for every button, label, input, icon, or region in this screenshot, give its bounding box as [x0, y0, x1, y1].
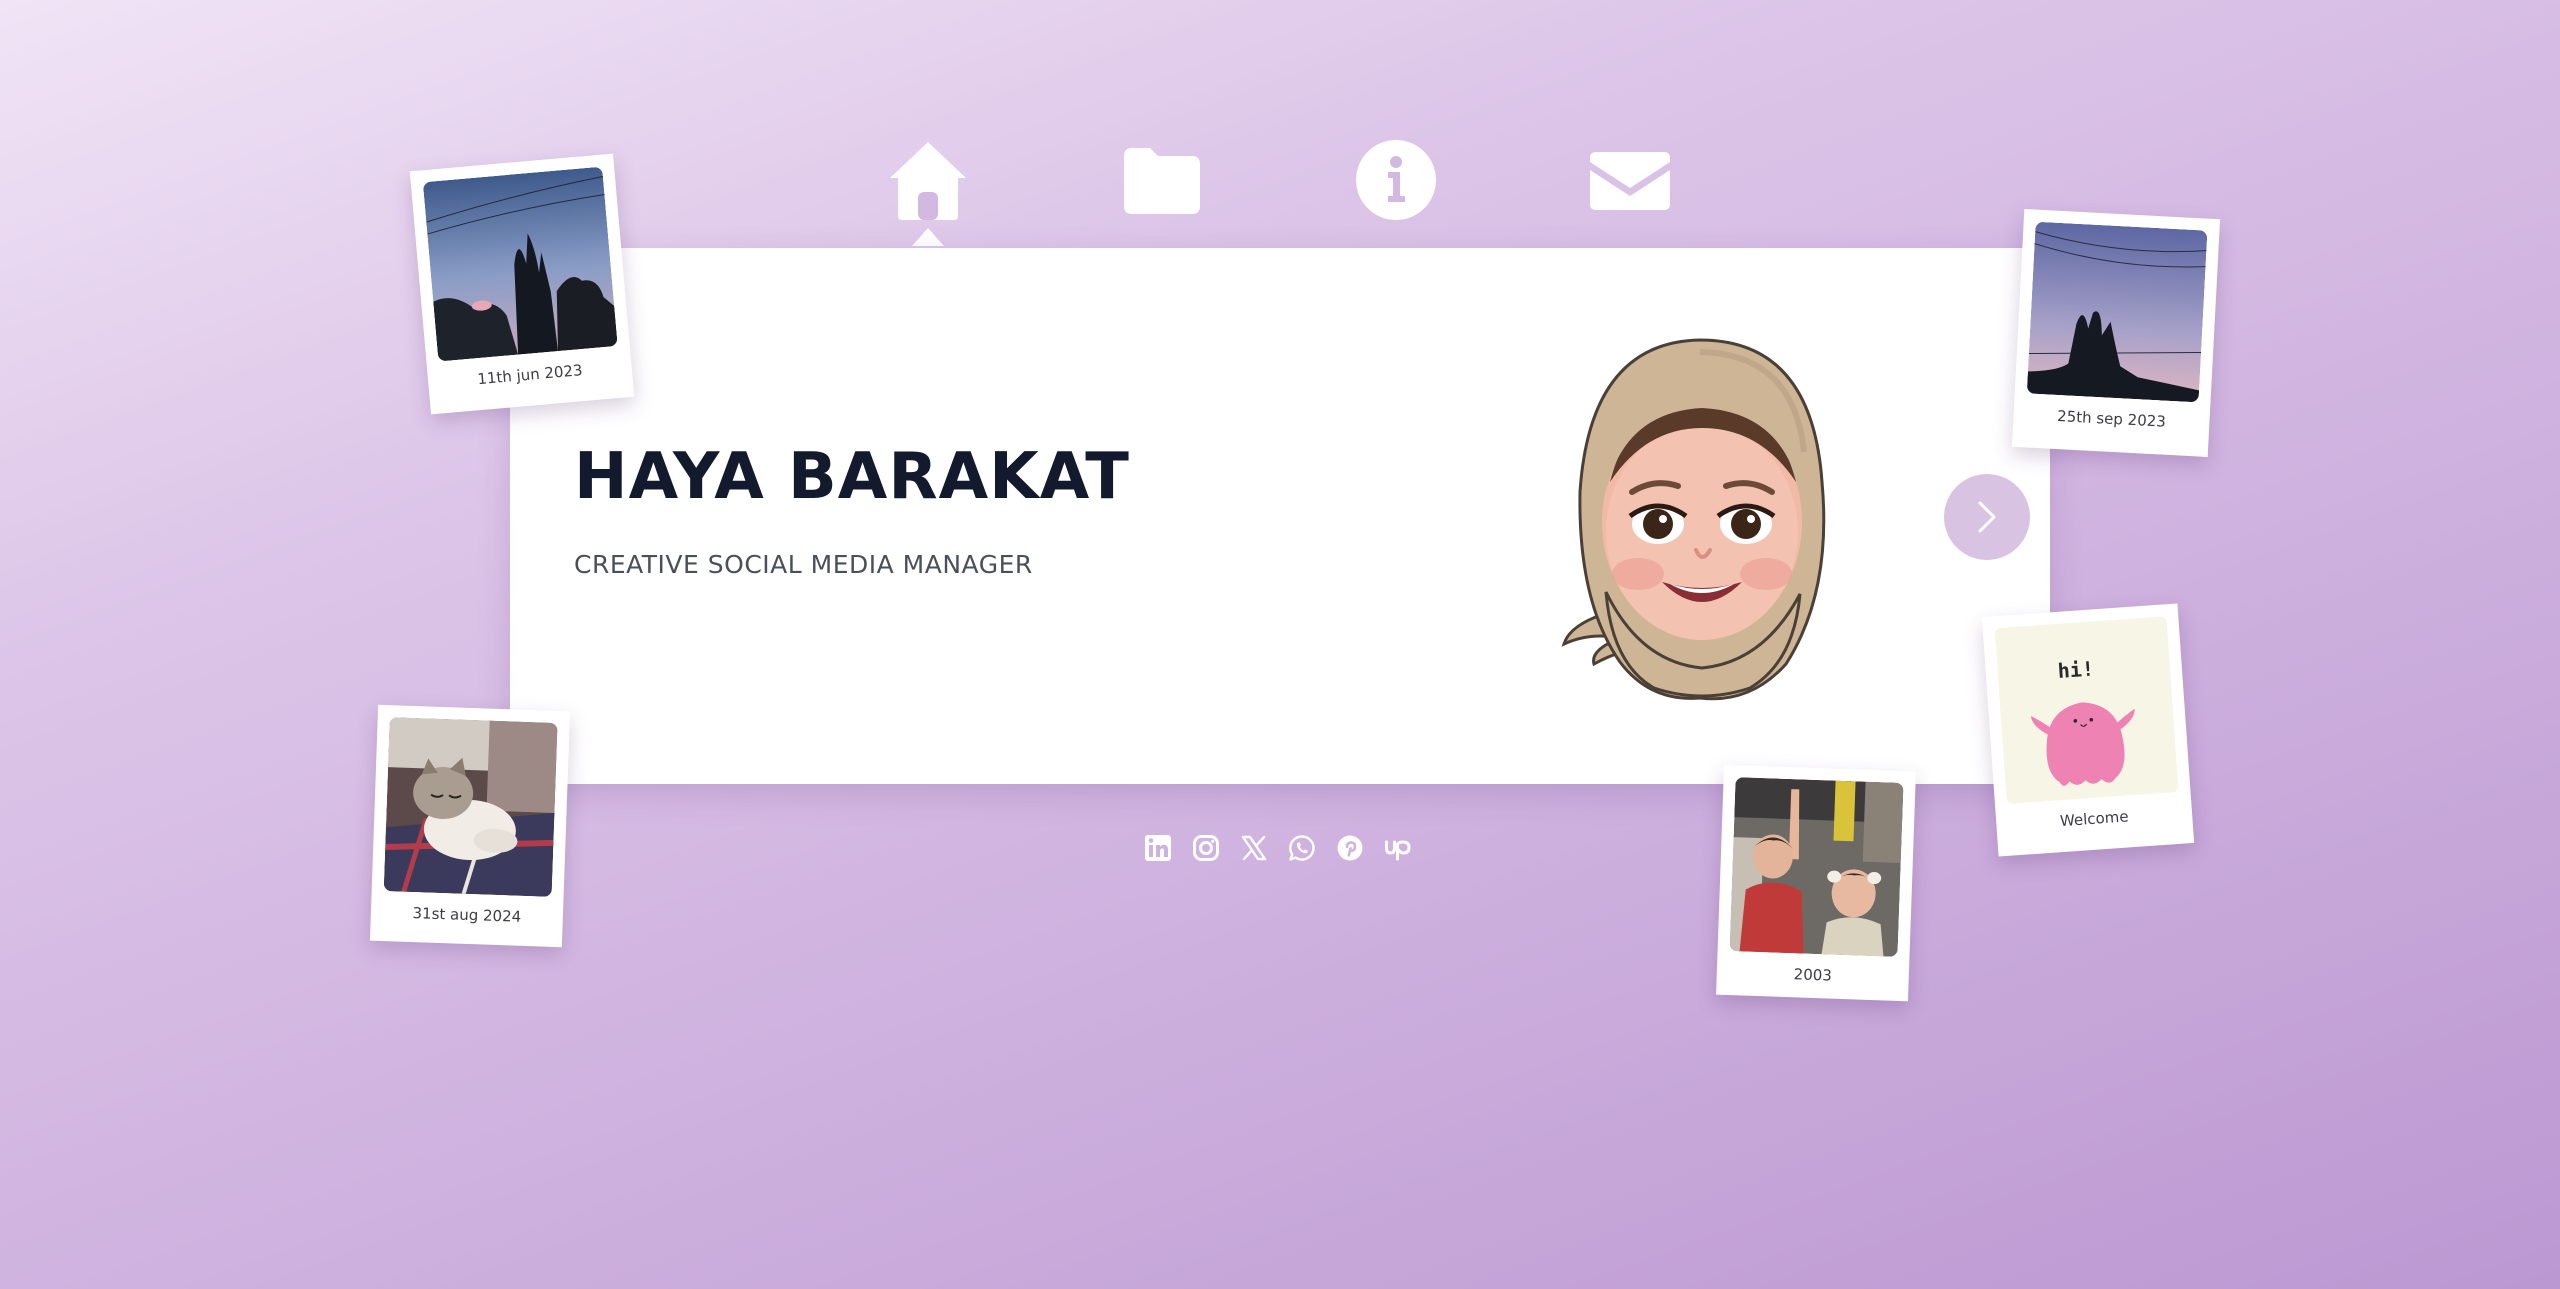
polaroid-caption: 11th jun 2023	[476, 361, 584, 389]
whatsapp-icon	[1289, 835, 1315, 861]
polaroid-caption: 31st aug 2024	[412, 904, 522, 926]
sky-photo	[2026, 221, 2208, 403]
polaroid-photo: hi! Welcome	[1981, 603, 2195, 857]
mail-icon	[1590, 152, 1670, 210]
sky-photo	[422, 166, 618, 362]
pinterest-icon	[1337, 835, 1363, 861]
polaroid-caption: 25th sep 2023	[2056, 407, 2167, 431]
polaroid-caption: Welcome	[2059, 807, 2130, 831]
social-links	[1144, 834, 1412, 862]
linkedin-link[interactable]	[1144, 834, 1172, 862]
polaroid-photo: 25th sep 2023	[2011, 209, 2221, 457]
instagram-icon	[1193, 835, 1219, 861]
nav-projects-button[interactable]	[1120, 138, 1204, 222]
person-name: HAYA BARAKAT	[574, 440, 1130, 514]
info-icon	[1356, 140, 1436, 220]
nav-home-button[interactable]	[886, 138, 970, 222]
carousel-next-button[interactable]	[1944, 474, 2030, 560]
memoji-avatar	[1550, 332, 1850, 702]
whatsapp-link[interactable]	[1288, 834, 1316, 862]
welcome-illustration: hi!	[1994, 616, 2179, 804]
x-icon	[1241, 835, 1267, 861]
polaroid-photo: 11th jun 2023	[409, 153, 635, 415]
main-nav	[880, 138, 1700, 238]
linkedin-icon	[1145, 835, 1171, 861]
polaroid-photo: 31st aug 2024	[369, 704, 571, 948]
polaroid-photo: 2003	[1716, 764, 1916, 1002]
polaroid-caption: 2003	[1793, 965, 1833, 985]
nav-about-button[interactable]	[1354, 138, 1438, 222]
upwork-icon	[1385, 840, 1411, 861]
active-nav-pointer	[912, 228, 944, 246]
upwork-link[interactable]	[1384, 834, 1412, 862]
cat-photo	[383, 717, 558, 897]
person-role: CREATIVE SOCIAL MEDIA MANAGER	[574, 550, 1033, 579]
chevron-right-icon	[1978, 501, 1996, 533]
nav-contact-button[interactable]	[1588, 138, 1672, 222]
home-icon	[890, 142, 966, 220]
x-link[interactable]	[1240, 834, 1268, 862]
instagram-link[interactable]	[1192, 834, 1220, 862]
children-photo	[1729, 777, 1904, 957]
pinterest-link[interactable]	[1336, 834, 1364, 862]
svg-text:hi!: hi!	[2057, 656, 2095, 682]
hero-card: HAYA BARAKAT CREATIVE SOCIAL MEDIA MANAG…	[510, 248, 2050, 784]
folder-icon	[1124, 148, 1200, 214]
